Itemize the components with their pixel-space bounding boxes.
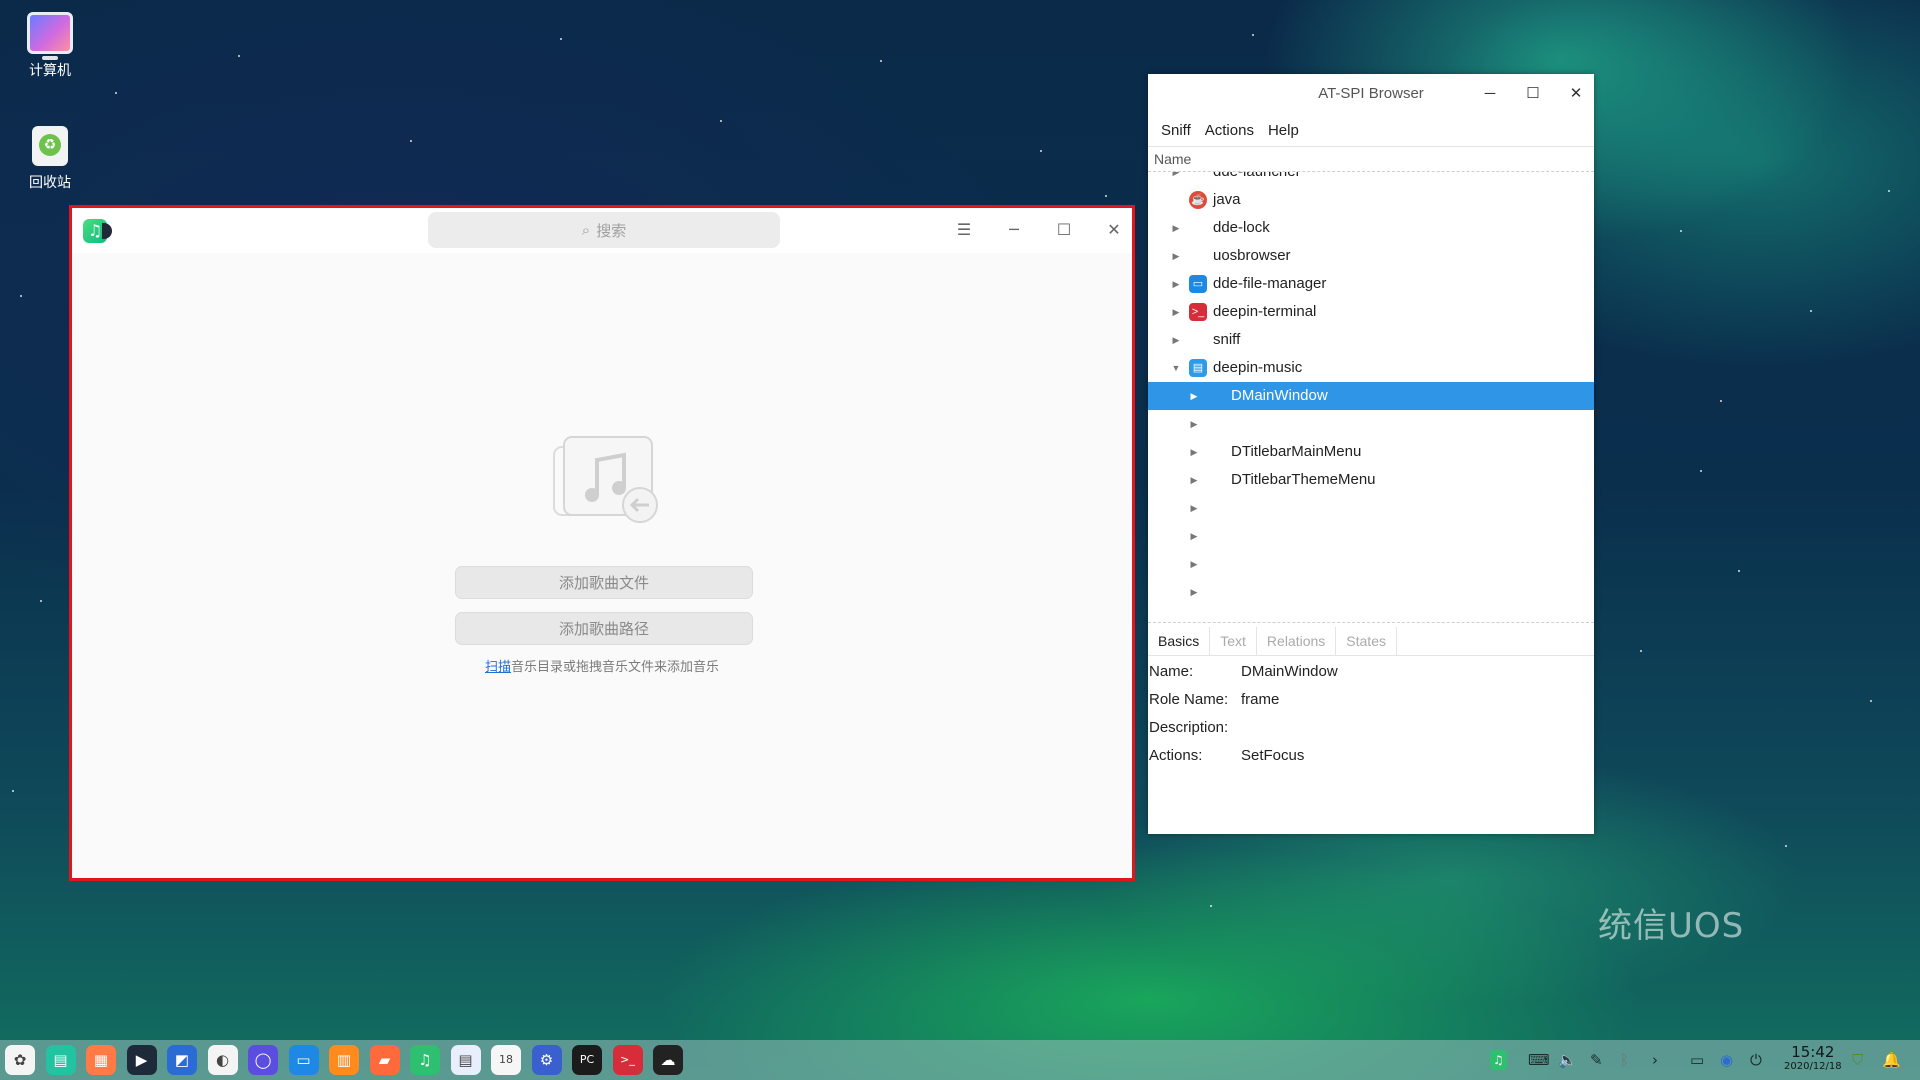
tree-row[interactable]: ▶ dde-lock	[1148, 214, 1594, 242]
tree-row[interactable]: ▶	[1148, 550, 1594, 578]
tab-basics[interactable]: Basics	[1148, 627, 1211, 655]
maximize-button[interactable]: ☐	[1050, 216, 1078, 244]
multitask-view-icon[interactable]: ▤	[45, 1045, 76, 1075]
file-manager-icon[interactable]: ▭	[288, 1045, 319, 1075]
menu-actions[interactable]: Actions	[1198, 122, 1261, 139]
tree-row[interactable]: ▶	[1148, 494, 1594, 522]
accessibility-tree[interactable]: ▶ dde-launcher ☕ java ▶ dde-lock ▶ uosbrowse…	[1148, 171, 1594, 623]
display-icon[interactable]: ▭	[1690, 1050, 1704, 1070]
add-song-folder-button[interactable]: 添加歌曲路径	[455, 612, 753, 645]
tree-row[interactable]: ▼ ▤ deepin-music	[1148, 354, 1594, 382]
property-name: Name: DMainWindow	[1149, 663, 1338, 680]
search-input[interactable]: ⌕ 搜索	[428, 212, 780, 248]
tree-row[interactable]: ▶ sniff	[1148, 326, 1594, 354]
atspi-titlebar: AT-SPI Browser ─ ☐ ✕	[1148, 74, 1594, 114]
clock-time: 15:42	[1791, 1043, 1835, 1061]
tree-row[interactable]: ▶ >_ deepin-terminal	[1148, 298, 1594, 326]
empty-library-icon	[553, 436, 658, 523]
detail-tabs: Basics Text Relations States	[1148, 627, 1594, 656]
desktop-icon-label: 计算机	[29, 63, 71, 79]
empty-hint: 扫描音乐目录或拖拽音乐文件来添加音乐	[72, 656, 1132, 675]
app-store-icon[interactable]: ▦	[86, 1045, 116, 1075]
search-icon: ⌕	[581, 221, 591, 239]
trash-icon	[32, 126, 68, 166]
minimize-button[interactable]: ─	[1475, 82, 1505, 106]
desktop-trash-icon[interactable]: 回收站	[5, 126, 95, 192]
tree-row[interactable]: ▶ dde-launcher	[1148, 172, 1594, 186]
screenshot-icon[interactable]: ◩	[167, 1045, 197, 1075]
notification-bell-icon[interactable]: 🔔	[1882, 1050, 1901, 1070]
tree-row[interactable]: ☕ java	[1148, 186, 1594, 214]
video-player-icon[interactable]: ▶	[126, 1045, 157, 1075]
scan-link[interactable]: 扫描	[485, 660, 511, 675]
music-icon[interactable]: ♫	[410, 1045, 440, 1075]
tree-row[interactable]: ▶ DTitlebarThemeMenu	[1148, 466, 1594, 494]
desktop-icon-label: 回收站	[29, 175, 71, 191]
launcher-icon[interactable]: ✿	[5, 1045, 35, 1075]
tree-row[interactable]: ▶	[1148, 522, 1594, 550]
menu-button[interactable]: ☰	[950, 216, 978, 244]
property-actions: Actions: SetFocus	[1149, 747, 1305, 764]
dock: ✿ ▤ ▦ ▶ ◩ ◐ ◯ ▭ ▥ ▰ ♫ ▤ 18 ⚙ PC >_ ☁ ♫ ⌨ 🔈 ✎ ᛒ › ▭ ◉ ⏻ 1…	[0, 1040, 1920, 1080]
java-icon: ☕	[1189, 191, 1207, 209]
menu-bar: Sniff Actions Help	[1148, 114, 1594, 146]
tab-text[interactable]: Text	[1210, 627, 1257, 655]
property-description: Description:	[1149, 719, 1229, 736]
tree-row[interactable]: ▶ uosbrowser	[1148, 242, 1594, 270]
tree-row[interactable]: ▶ ▭ dde-file-manager	[1148, 270, 1594, 298]
minimize-button[interactable]: ─	[1000, 216, 1028, 244]
terminal-icon: >_	[1189, 303, 1207, 321]
maximize-button[interactable]: ☐	[1518, 82, 1548, 106]
computer-icon	[27, 12, 73, 60]
column-header-name[interactable]: Name	[1148, 146, 1594, 171]
terminal-icon[interactable]: >_	[612, 1045, 643, 1075]
sniff-icon[interactable]: ☁	[653, 1045, 683, 1075]
security-icon[interactable]: ⛉	[1852, 1050, 1863, 1070]
clock-date: 2020/12/18	[1784, 1061, 1842, 1072]
music-window: ♫ ⌕ 搜索 ☰ ─ ☐ ✕ 添加歌曲文件 添加歌曲路径 扫描音乐目录或拖拽音乐…	[69, 205, 1135, 881]
document-viewer-icon[interactable]: ▤	[450, 1045, 481, 1075]
search-placeholder: 搜索	[596, 221, 627, 240]
menu-help[interactable]: Help	[1261, 122, 1306, 139]
file-manager-icon: ▭	[1189, 275, 1207, 293]
bluetooth-icon[interactable]: ᛒ	[1620, 1050, 1629, 1070]
hint-text: 音乐目录或拖拽音乐文件来添加音乐	[511, 660, 720, 675]
pycharm-icon[interactable]: PC	[572, 1045, 602, 1075]
uos-watermark: 统信UOS	[1598, 906, 1745, 946]
power-icon[interactable]: ⏻	[1750, 1050, 1762, 1070]
music-note-icon: ♫	[83, 219, 112, 243]
control-center-icon[interactable]: ⚙	[531, 1045, 562, 1075]
image-viewer-icon[interactable]: ▰	[369, 1045, 400, 1075]
close-button[interactable]: ✕	[1561, 82, 1591, 106]
add-song-files-button[interactable]: 添加歌曲文件	[455, 566, 753, 599]
tab-states[interactable]: States	[1336, 627, 1397, 655]
chevron-right-icon[interactable]: ›	[1652, 1050, 1658, 1070]
music-app-icon: ▤	[1189, 359, 1207, 377]
network-icon[interactable]: ◉	[1720, 1050, 1733, 1070]
music-titlebar: ♫ ⌕ 搜索 ☰ ─ ☐ ✕	[72, 208, 1132, 253]
pen-icon[interactable]: ✎	[1590, 1050, 1603, 1070]
app-store-orange-icon[interactable]: ▥	[329, 1045, 359, 1075]
clock[interactable]: 15:42 2020/12/18	[1784, 1043, 1842, 1073]
atspi-browser-window: AT-SPI Browser ─ ☐ ✕ Sniff Actions Help …	[1148, 74, 1594, 834]
property-role: Role Name: frame	[1149, 691, 1280, 708]
tree-row[interactable]: ▶	[1148, 578, 1594, 606]
browser-icon[interactable]: ◐	[207, 1045, 238, 1075]
keyboard-icon[interactable]: ⌨	[1528, 1050, 1550, 1070]
properties-panel: Name: DMainWindow Role Name: frame Descrip…	[1148, 656, 1594, 770]
volume-icon[interactable]: 🔈	[1558, 1050, 1577, 1070]
tree-row[interactable]: ▶	[1148, 410, 1594, 438]
tab-relations[interactable]: Relations	[1257, 627, 1337, 655]
close-button[interactable]: ✕	[1100, 216, 1128, 244]
tree-row-selected[interactable]: ▶ DMainWindow	[1148, 382, 1594, 410]
calendar-icon[interactable]: 18	[491, 1045, 521, 1075]
tree-row[interactable]: ▶ DTitlebarMainMenu	[1148, 438, 1594, 466]
menu-sniff[interactable]: Sniff	[1154, 122, 1198, 139]
desktop-computer-icon[interactable]: 计算机	[5, 12, 95, 80]
uos-browser-icon[interactable]: ◯	[248, 1045, 278, 1075]
music-tray-icon[interactable]: ♫	[1490, 1050, 1507, 1070]
